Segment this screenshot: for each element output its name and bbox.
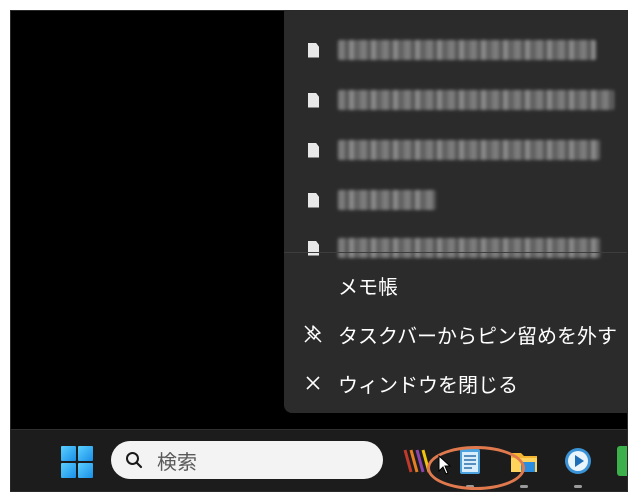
redacted-file-name xyxy=(338,90,614,110)
redacted-file-name xyxy=(338,190,436,210)
windows-logo-quadrant xyxy=(61,463,76,478)
unpin-label: タスクバーからピン留めを外す xyxy=(338,323,617,348)
windows-logo-quadrant xyxy=(78,463,93,478)
close-window-label: ウィンドウを閉じる xyxy=(338,372,518,397)
search-placeholder: 検索 xyxy=(157,449,197,474)
file-icon xyxy=(308,142,319,158)
recent-file-item[interactable] xyxy=(284,75,627,125)
close-window-item[interactable]: ウィンドウを閉じる xyxy=(284,361,627,405)
file-icon xyxy=(308,240,319,256)
close-icon xyxy=(302,372,324,394)
media-player-icon[interactable] xyxy=(561,444,595,478)
open-app-item[interactable]: メモ帳 xyxy=(284,263,627,307)
running-app-indicator xyxy=(574,485,582,488)
desktop: メモ帳 タスクバーからピン留めを外す ウィンドウを閉じる 検索 xyxy=(10,10,628,492)
start-button[interactable] xyxy=(61,446,93,478)
mouse-cursor-icon xyxy=(438,455,452,475)
taskbar: 検索 xyxy=(11,429,627,491)
file-icon xyxy=(308,192,319,208)
file-icon xyxy=(308,42,319,58)
redacted-file-name xyxy=(338,140,600,160)
file-icon xyxy=(308,92,319,108)
unpin-from-taskbar-item[interactable]: タスクバーからピン留めを外す xyxy=(284,312,627,356)
running-app-indicator xyxy=(520,485,528,488)
app-name-label: メモ帳 xyxy=(338,274,398,299)
windows-logo-quadrant xyxy=(61,446,76,461)
redacted-file-name xyxy=(338,40,596,60)
recent-file-item[interactable] xyxy=(284,125,627,175)
search-icon xyxy=(126,452,143,469)
menu-divider xyxy=(284,252,627,253)
windows-logo-quadrant xyxy=(78,446,93,461)
partial-app-icon[interactable] xyxy=(617,446,627,476)
redacted-file-name xyxy=(338,238,600,258)
recent-file-item[interactable] xyxy=(284,25,627,75)
taskbar-search-box[interactable]: 検索 xyxy=(111,441,383,479)
unpin-icon xyxy=(302,323,324,345)
recent-file-item[interactable] xyxy=(284,175,627,225)
jump-list-menu: メモ帳 タスクバーからピン留めを外す ウィンドウを閉じる xyxy=(284,11,627,413)
